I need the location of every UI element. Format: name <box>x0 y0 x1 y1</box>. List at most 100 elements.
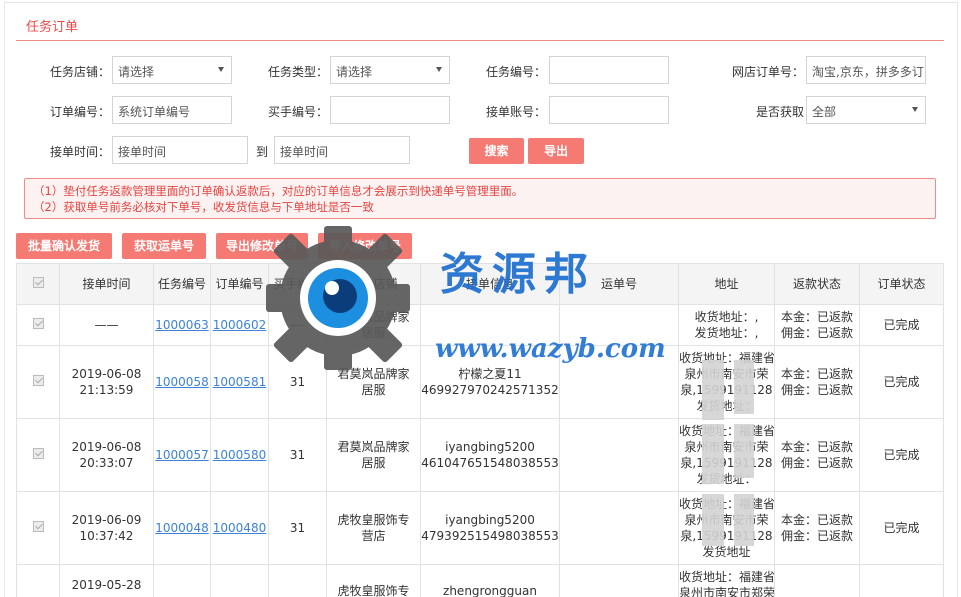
time-to-input[interactable]: 接单时间 <box>274 136 410 164</box>
address-line: 收货地址：福建省 <box>679 424 775 438</box>
task-no-input[interactable] <box>549 56 669 84</box>
row-checkbox[interactable] <box>16 418 60 492</box>
address-line: 发货地址 <box>702 545 751 559</box>
task-no-link[interactable]: 1000057 <box>155 448 208 462</box>
order-no-cell: 1000480 <box>210 491 269 565</box>
buyer-no: 31 <box>268 491 327 565</box>
shop-order-input[interactable]: 淘宝,京东，拼多多订 <box>806 56 926 84</box>
order-no-input[interactable]: 系统订单编号 <box>112 96 232 124</box>
refund-status: 本金：已返款 佣金：已返款 <box>774 345 860 419</box>
store-name: 虎牧皇服饰专 <box>326 564 421 597</box>
accept-info: iyangbing5200 461047651548038553 <box>420 418 560 492</box>
task-no-link[interactable]: 1000063 <box>155 318 208 332</box>
col-refund-status: 返款状态 <box>774 263 860 305</box>
row-checkbox[interactable] <box>16 564 60 597</box>
table-row: 2019-06-08 20:33:07 1000057 1000580 31 君莫… <box>16 418 944 492</box>
table-row: 2019-06-09 10:37:42 1000048 1000480 31 虎牧… <box>16 491 944 565</box>
accept-order-no: 469927970242571352 <box>421 383 559 397</box>
accept-time: 2019-06-08 20:33:07 <box>59 418 154 492</box>
checkbox-icon <box>32 375 44 386</box>
row-checkbox[interactable] <box>16 491 60 565</box>
address-line: 泉州市南安市荣 <box>684 513 769 527</box>
privacy-blur <box>734 360 754 414</box>
checkbox-icon <box>32 521 44 532</box>
waybill <box>559 491 679 565</box>
obtained-select[interactable]: 全部 <box>806 96 926 124</box>
refund-status <box>774 564 860 597</box>
order-no-link[interactable]: 1000480 <box>213 521 266 535</box>
obtained-select-value: 全部 <box>812 105 837 119</box>
refund-commission: 佣金：已返款 <box>780 456 853 470</box>
address-line: 泉州市南安市郑荣 <box>679 586 775 597</box>
checkbox-icon <box>32 448 44 459</box>
refund-commission: 佣金：已返款 <box>780 326 853 340</box>
accept-info: iyangbing5200 479392515498038553 <box>420 491 560 565</box>
account-label: 接单账号： <box>485 105 546 119</box>
col-accept-time: 接单时间 <box>59 263 154 305</box>
store-line-2: 营店 <box>361 529 386 543</box>
order-status: 已完成 <box>859 304 944 346</box>
accept-date: 2019-06-08 <box>71 440 142 454</box>
buyer-no-input[interactable] <box>330 96 450 124</box>
store-select[interactable]: 请选择 <box>112 56 232 84</box>
type-select[interactable]: 请选择 <box>330 56 450 84</box>
order-status: 已完成 <box>859 418 944 492</box>
batch-confirm-button[interactable]: 批量确认发货 <box>16 233 112 259</box>
address-line: 发货地址： <box>696 399 757 413</box>
store-line-2: 居服 <box>361 383 386 397</box>
notice-line-1: （1）垫付任务返款管理里面的订单确认返款后，对应的订单信息才会展示到快递单号管理… <box>33 184 524 198</box>
refund-principal: 本金：已返款 <box>780 310 853 324</box>
privacy-blur <box>702 494 724 546</box>
accept-info: zhengrongguan <box>420 564 560 597</box>
address-line: 发货地址： <box>696 472 757 486</box>
accept-clock: 20:33:07 <box>79 456 134 470</box>
page-title: 任务订单 <box>26 20 79 35</box>
export-button[interactable]: 导出 <box>528 138 584 164</box>
get-waybill-button[interactable]: 获取运单号 <box>122 233 206 259</box>
time-from-input[interactable]: 接单时间 <box>112 136 248 164</box>
address: 收货地址：福建省 泉州市南安市荣 泉,1599191128 发货地址 <box>678 491 775 565</box>
buyer-no-label: 买手编号： <box>267 105 328 119</box>
task-no-link[interactable]: 1000048 <box>155 521 208 535</box>
waybill <box>559 564 679 597</box>
watermark-text: 资源邦 <box>440 249 596 300</box>
select-all-checkbox[interactable] <box>16 263 60 305</box>
task-no-cell: 1000057 <box>153 418 211 492</box>
address: 收货地址：福建省 泉州市南安市荣 泉,1599191128 发货地址： <box>678 418 775 492</box>
accept-time: 2019-05-28 <box>59 564 154 597</box>
task-no-link[interactable]: 1000058 <box>155 375 208 389</box>
col-address: 地址 <box>678 263 775 305</box>
store-line-1: 虎牧皇服饰专 <box>337 513 410 527</box>
refund-commission: 佣金：已返款 <box>780 529 853 543</box>
notice-box: （1）垫付任务返款管理里面的订单确认返款后，对应的订单信息才会展示到快递单号管理… <box>24 178 936 219</box>
refund-principal: 本金：已返款 <box>780 367 853 381</box>
privacy-blur <box>734 424 754 478</box>
accept-date: 2019-06-08 <box>71 367 142 381</box>
accept-account: zhengrongguan <box>443 584 537 597</box>
address: 收货地址：福建省 泉州市南安市郑荣 <box>678 564 775 597</box>
account-input[interactable] <box>549 96 669 124</box>
task-no-label: 任务编号： <box>485 65 546 79</box>
store-line-1: 虎牧皇服饰专 <box>337 584 410 597</box>
search-button[interactable]: 搜索 <box>469 138 524 164</box>
order-no-link[interactable]: 1000580 <box>213 448 266 462</box>
order-no-cell <box>210 564 269 597</box>
accept-date: 2019-06-09 <box>71 513 142 527</box>
row-checkbox[interactable] <box>16 345 60 419</box>
chevron-down-icon <box>436 67 442 72</box>
accept-account: 柠檬之夏11 <box>458 367 522 381</box>
accept-order-no: 461047651548038553 <box>421 456 559 470</box>
refund-commission: 佣金：已返款 <box>780 383 853 397</box>
orders-table: 接单时间 任务编号 订单编号 买手编号 任务店铺 接单信息 运单号 地址 返款状… <box>16 263 944 597</box>
refund-status: 本金：已返款 佣金：已返款 <box>774 304 860 346</box>
refund-status: 本金：已返款 佣金：已返款 <box>774 491 860 565</box>
accept-account: iyangbing5200 <box>445 513 535 527</box>
task-no-cell: 1000048 <box>153 491 211 565</box>
row-checkbox[interactable] <box>16 304 60 346</box>
waybill <box>559 418 679 492</box>
task-no-cell: 1000063 <box>153 304 211 346</box>
privacy-blur <box>702 360 724 420</box>
chevron-down-icon <box>218 67 224 72</box>
type-select-value: 请选择 <box>336 65 373 79</box>
address-line: 发货地址：, <box>694 326 759 340</box>
